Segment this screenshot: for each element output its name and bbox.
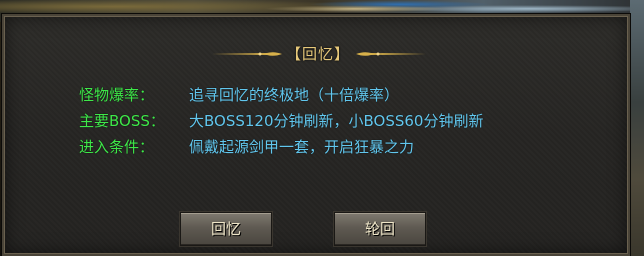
boss-value: 大BOSS120分钟刷新，小BOSS60分钟刷新 xyxy=(189,112,484,130)
info-row-entry-condition: 进入条件： 佩戴起源剑甲一套，开启狂暴之力 xyxy=(79,134,483,160)
info-row-drop-rate: 怪物爆率： 追寻回忆的终极地（十倍爆率） xyxy=(79,82,483,108)
dialog-title: 【回忆】 xyxy=(285,45,350,63)
reincarnate-button[interactable]: 轮回 xyxy=(334,212,426,246)
recall-button[interactable]: 回忆 xyxy=(180,212,272,246)
game-background-right xyxy=(630,0,644,256)
game-scene: 【回忆】 怪物爆率： 追寻回忆的终极地（十倍爆率） 主要BOSS： 大BOSS1… xyxy=(0,0,644,256)
entry-condition-value: 佩戴起源剑甲一套，开启狂暴之力 xyxy=(189,138,415,156)
drop-rate-value: 追寻回忆的终极地（十倍爆率） xyxy=(189,86,400,104)
info-row-boss: 主要BOSS： 大BOSS120分钟刷新，小BOSS60分钟刷新 xyxy=(79,108,483,134)
map-info-list: 怪物爆率： 追寻回忆的终极地（十倍爆率） 主要BOSS： 大BOSS120分钟刷… xyxy=(79,82,483,160)
drop-rate-label: 怪物爆率： xyxy=(79,86,155,104)
title-ornament-right-icon xyxy=(356,52,426,56)
boss-label: 主要BOSS： xyxy=(79,112,165,130)
entry-condition-label: 进入条件： xyxy=(79,138,155,156)
map-info-dialog: 【回忆】 怪物爆率： 追寻回忆的终极地（十倍爆率） 主要BOSS： 大BOSS1… xyxy=(1,13,631,256)
